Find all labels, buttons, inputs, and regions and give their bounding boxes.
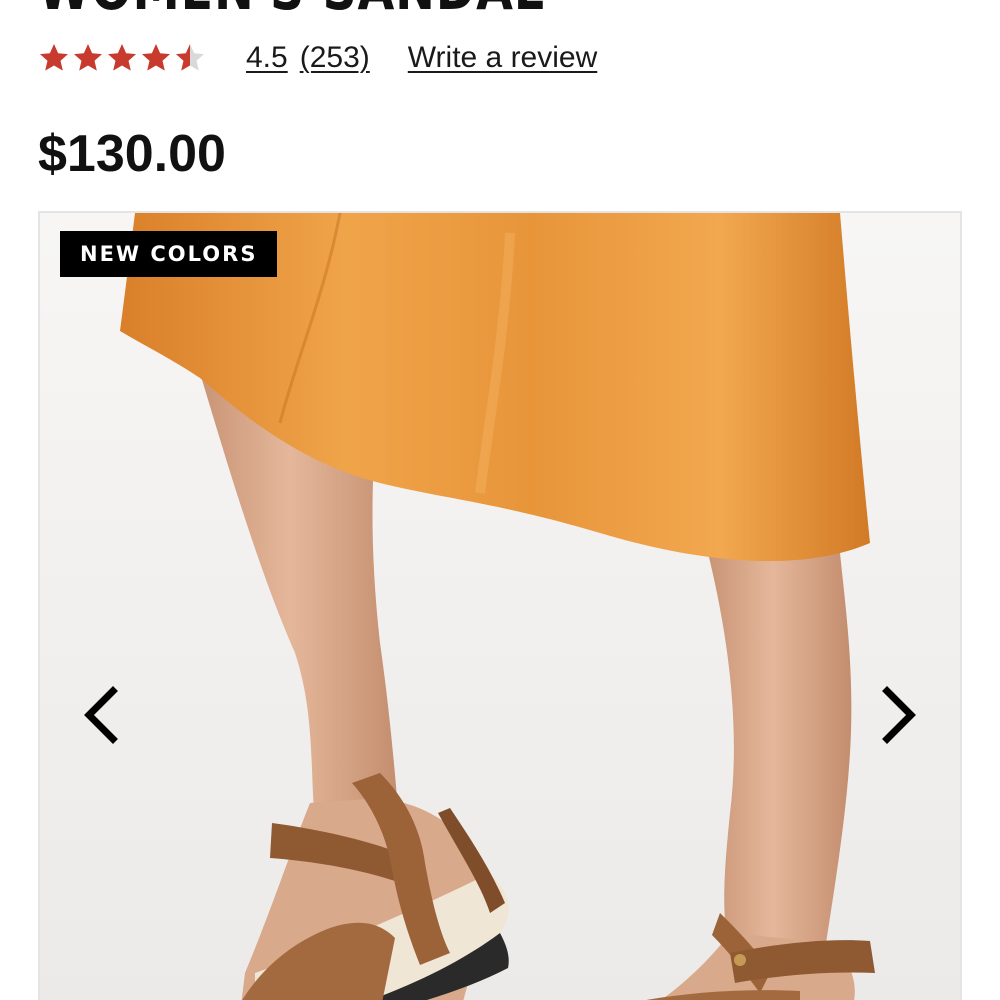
new-colors-badge: NEW COLORS (60, 231, 278, 277)
chevron-right-icon (882, 686, 916, 744)
chevron-left-icon (84, 686, 118, 744)
half-star-icon (176, 44, 204, 71)
product-page: WOMEN'S SANDAL 4.5 (253) Write a review … (0, 0, 1000, 1000)
rating-row: 4.5 (253) Write a review (38, 36, 597, 80)
write-review-link[interactable]: Write a review (408, 41, 598, 75)
star-icon (142, 44, 170, 71)
star-icon (40, 44, 68, 71)
product-title: WOMEN'S SANDAL (38, 0, 545, 18)
star-icon (108, 44, 136, 71)
rating-value-link[interactable]: 4.5 (246, 41, 288, 75)
product-price: $130.00 (38, 125, 226, 183)
star-icon (74, 44, 102, 71)
product-image (40, 213, 960, 1000)
review-count-link[interactable]: (253) (300, 41, 370, 75)
next-image-button[interactable] (874, 683, 924, 747)
star-rating[interactable] (38, 42, 206, 74)
previous-image-button[interactable] (76, 683, 126, 747)
product-image-gallery[interactable]: NEW COLORS (38, 211, 962, 1000)
